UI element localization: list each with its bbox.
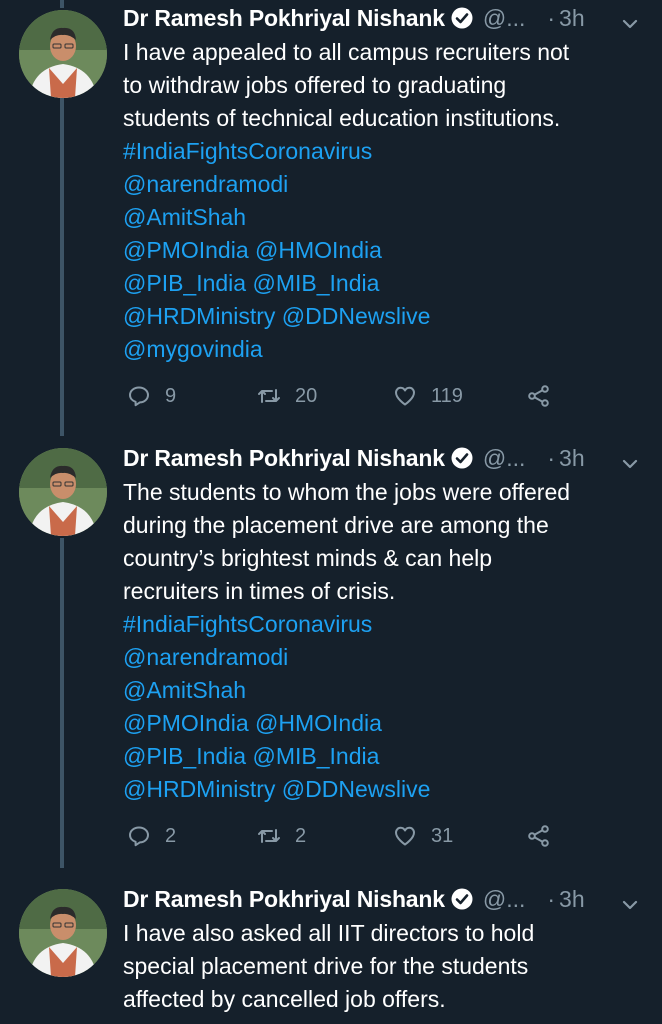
thread-line — [60, 98, 64, 436]
tweet-text-line: affected by cancelled job offers. — [123, 986, 446, 1012]
mention-link[interactable]: @narendramodi — [123, 641, 643, 674]
avatar[interactable] — [19, 10, 107, 98]
tweet-text: I have appealed to all campus recruiters… — [123, 36, 643, 366]
mention-link[interactable]: @PIB_India @MIB_India — [123, 740, 643, 773]
avatar-image — [19, 448, 107, 536]
tweet-text-line: to withdraw jobs offered to graduating — [123, 72, 507, 98]
avatar[interactable] — [19, 448, 107, 536]
thread-line — [60, 0, 64, 8]
author-handle[interactable]: @... — [483, 5, 526, 32]
share-button[interactable] — [527, 380, 551, 412]
verified-badge-icon — [451, 888, 473, 910]
reply-icon — [129, 386, 149, 407]
tweet-text-line: country’s brightest minds & can help — [123, 545, 493, 571]
mention-link[interactable]: @AmitShah — [123, 201, 643, 234]
thread-line — [60, 538, 64, 868]
author-name[interactable]: Dr Ramesh Pokhriyal Nishank — [123, 445, 445, 472]
mention-link[interactable]: @AmitShah — [123, 674, 643, 707]
hashtag-link[interactable]: #IndiaFightsCoronavirus — [123, 608, 643, 641]
tweet-header: Dr Ramesh Pokhriyal Nishank @... · 3h — [123, 442, 653, 474]
like-button[interactable]: 31 — [393, 820, 453, 852]
avatar[interactable] — [19, 889, 107, 977]
author-handle[interactable]: @... — [483, 886, 526, 913]
author-name[interactable]: Dr Ramesh Pokhriyal Nishank — [123, 886, 445, 913]
separator-dot: · — [547, 444, 556, 471]
timestamp[interactable]: 3h — [559, 5, 585, 32]
reply-button[interactable]: 9 — [127, 380, 176, 412]
heart-icon — [395, 826, 415, 846]
mention-link[interactable]: @PMOIndia @HMOIndia — [123, 707, 643, 740]
tweet-text-line: The students to whom the jobs were offer… — [123, 479, 571, 505]
tweet-header: Dr Ramesh Pokhriyal Nishank @... · 3h — [123, 883, 653, 915]
chevron-down-icon[interactable] — [621, 10, 639, 29]
reply-icon — [129, 826, 149, 847]
tweet-text-line: I have also asked all IIT directors to h… — [123, 920, 535, 946]
share-icon — [528, 825, 549, 847]
tweet-text-line: students of technical education institut… — [123, 105, 561, 131]
mention-link[interactable]: @HRDMinistry @DDNewslive — [123, 300, 643, 333]
reply-button[interactable]: 2 — [127, 820, 176, 852]
retweet-icon — [258, 389, 280, 403]
share-button[interactable] — [527, 820, 551, 852]
retweet-icon — [258, 829, 280, 843]
mention-link[interactable]: @mygovindia — [123, 333, 643, 366]
retweet-count: 2 — [295, 824, 307, 847]
share-icon — [528, 385, 549, 407]
tweet-text-line: during the placement drive are among the — [123, 512, 549, 538]
separator-dot: · — [547, 885, 556, 912]
verified-badge-icon — [451, 7, 473, 29]
tweet-text: I have also asked all IIT directors to h… — [123, 917, 643, 1016]
tweet-text-line: recruiters in times of crisis. — [123, 578, 396, 604]
retweet-count: 20 — [295, 384, 318, 407]
tweet-header: Dr Ramesh Pokhriyal Nishank @... · 3h — [123, 2, 653, 34]
chevron-down-icon[interactable] — [621, 450, 639, 469]
mention-link[interactable]: @HRDMinistry @DDNewslive — [123, 773, 643, 806]
tweet-actions: 9 20 119 — [123, 380, 563, 412]
retweet-button[interactable]: 2 — [257, 820, 306, 852]
author-name[interactable]: Dr Ramesh Pokhriyal Nishank — [123, 5, 445, 32]
mention-link[interactable]: @PMOIndia @HMOIndia — [123, 234, 643, 267]
chevron-down-icon[interactable] — [621, 891, 639, 910]
separator-dot: · — [547, 4, 556, 31]
like-count: 119 — [431, 384, 463, 407]
reply-count: 9 — [165, 384, 177, 407]
mention-link[interactable]: @narendramodi — [123, 168, 643, 201]
reply-count: 2 — [165, 824, 177, 847]
avatar-image — [19, 10, 107, 98]
tweet-text-line: I have appealed to all campus recruiters… — [123, 39, 570, 65]
timestamp[interactable]: 3h — [559, 445, 585, 472]
verified-badge-icon — [451, 447, 473, 469]
tweet-text: The students to whom the jobs were offer… — [123, 476, 643, 806]
like-count: 31 — [431, 824, 454, 847]
avatar-image — [19, 889, 107, 977]
author-handle[interactable]: @... — [483, 445, 526, 472]
like-button[interactable]: 119 — [393, 380, 463, 412]
retweet-button[interactable]: 20 — [257, 380, 317, 412]
heart-icon — [395, 386, 415, 406]
tweet-actions: 2 2 31 — [123, 820, 563, 852]
tweet-text-line: special placement drive for the students — [123, 953, 529, 979]
timestamp[interactable]: 3h — [559, 886, 585, 913]
hashtag-link[interactable]: #IndiaFightsCoronavirus — [123, 135, 643, 168]
mention-link[interactable]: @PIB_India @MIB_India — [123, 267, 643, 300]
